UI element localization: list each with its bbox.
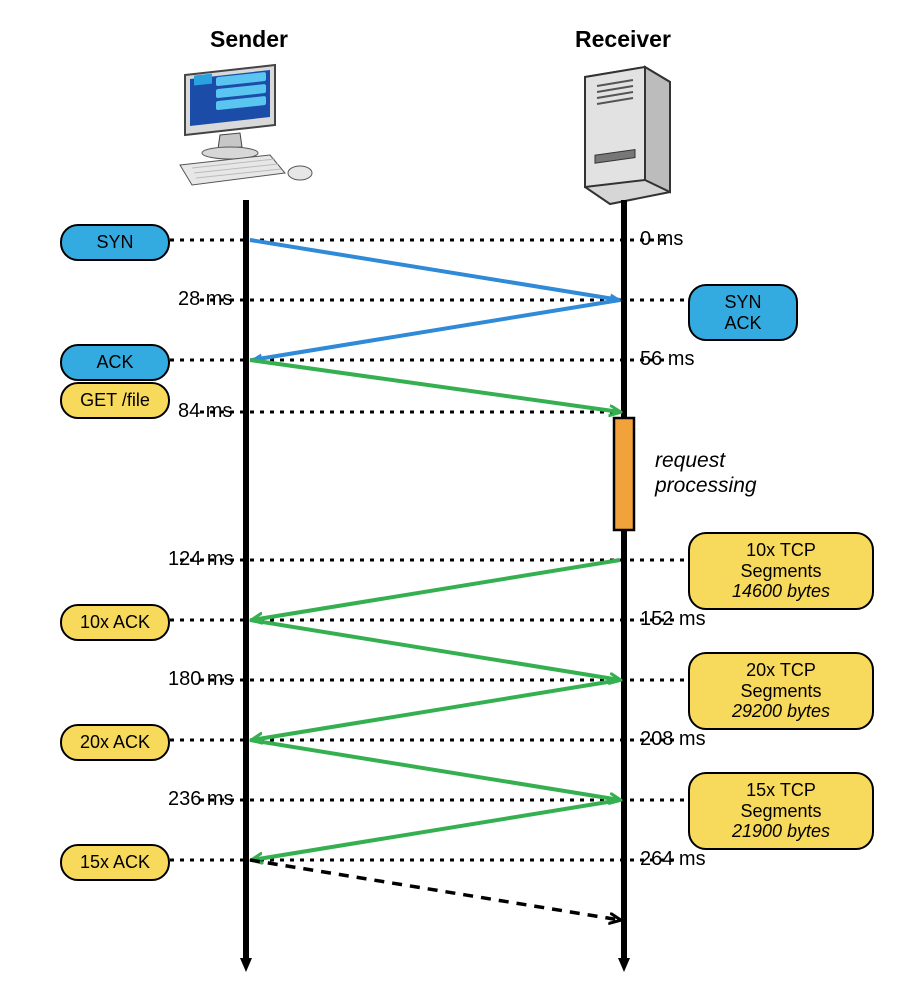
pill-seg3-line2: 21900 bytes	[704, 821, 858, 842]
diagram-canvas: Sender Receiver	[0, 0, 899, 999]
arrow-ack1	[250, 620, 620, 680]
pill-get: GET /file	[60, 382, 170, 419]
pill-seg3-line1: 15x TCP Segments	[740, 780, 821, 821]
pill-ack2: 20x ACK	[60, 724, 170, 761]
arrow-synack	[252, 300, 620, 360]
arrow-seg2	[252, 680, 620, 740]
pill-seg1: 10x TCP Segments 14600 bytes	[688, 532, 874, 610]
ts-264: 264 ms	[640, 848, 706, 871]
arrow-ack-get	[250, 360, 620, 412]
pill-seg2-line1: 20x TCP Segments	[740, 660, 821, 701]
ts-28: 28 ms	[178, 288, 232, 311]
server-icon	[585, 67, 670, 204]
ts-124: 124 ms	[168, 548, 234, 571]
ts-180: 180 ms	[168, 668, 234, 691]
ts-56: 56 ms	[640, 348, 694, 371]
pill-ack1: 10x ACK	[60, 604, 170, 641]
arrow-ack2	[250, 740, 620, 800]
ts-84: 84 ms	[178, 400, 232, 423]
processing-bar	[614, 418, 634, 530]
arrow-syn	[250, 240, 620, 300]
pill-seg3: 15x TCP Segments 21900 bytes	[688, 772, 874, 850]
pill-synack: SYN ACK	[688, 284, 798, 341]
ts-208: 208 ms	[640, 728, 706, 751]
pill-seg2-line2: 29200 bytes	[704, 701, 858, 722]
ts-0: 0 ms	[640, 228, 683, 251]
ts-152: 152 ms	[640, 608, 706, 631]
arrow-seg1	[252, 560, 620, 620]
ts-236: 236 ms	[168, 788, 234, 811]
computer-icon	[180, 65, 312, 185]
arrow-seg3	[252, 800, 620, 860]
arrow-ack3-dashed	[250, 860, 620, 920]
pill-ack3: 15x ACK	[60, 844, 170, 881]
pill-seg1-line2: 14600 bytes	[704, 581, 858, 602]
request-processing-label: request processing	[655, 448, 757, 498]
pill-seg1-line1: 10x TCP Segments	[740, 540, 821, 581]
pill-seg2: 20x TCP Segments 29200 bytes	[688, 652, 874, 730]
pill-syn: SYN	[60, 224, 170, 261]
tick-lines	[150, 240, 725, 860]
pill-ack: ACK	[60, 344, 170, 381]
